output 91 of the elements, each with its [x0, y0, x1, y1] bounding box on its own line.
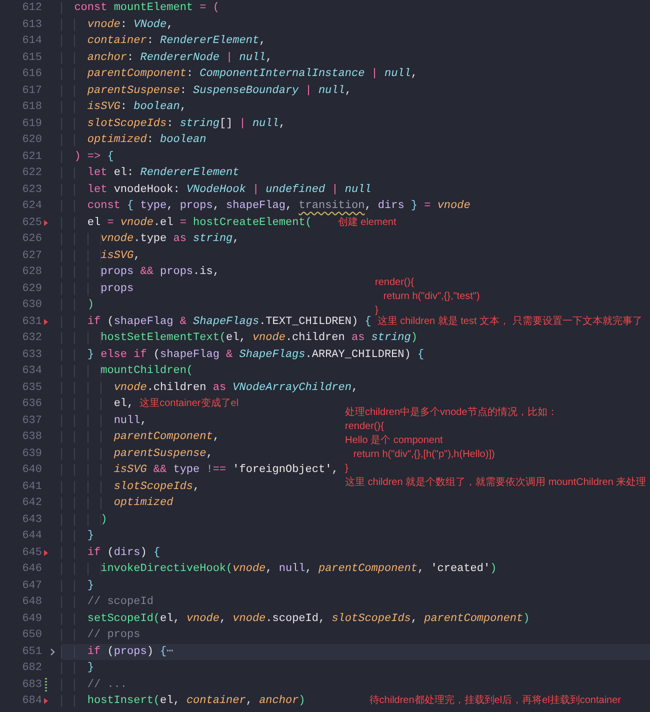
line-number: 651 — [21, 644, 42, 660]
code-line: vnode.type as string, — [61, 231, 240, 248]
code-line: setScopeId(el, vnode, vnode.scopeId, slotScopeIds, parentComponent) — [61, 610, 530, 627]
code-line: mountChildren( — [61, 363, 194, 380]
line-number: 650 — [21, 628, 42, 643]
code-line: const { type, props, shapeFlag, transition, dirs } = vnode — [61, 198, 470, 214]
line-number: 616 — [21, 67, 42, 82]
code-line: props — [61, 280, 134, 297]
code-line: slotScopeIds, — [61, 478, 200, 495]
line-number: 637 — [21, 414, 42, 428]
line-number: 641 — [21, 480, 42, 494]
code-line: container: RendererElement, — [61, 33, 266, 50]
line-number: 684 — [21, 694, 42, 709]
code-line: let el: RendererElement — [61, 165, 240, 182]
code-line: } — [61, 660, 94, 676]
code-line: isSVG, — [61, 248, 140, 264]
code-line: if (dirs) { — [61, 544, 160, 561]
line-number: 682 — [21, 661, 42, 676]
line-number: 649 — [21, 612, 42, 626]
line-number: 633 — [21, 348, 42, 362]
code-line: vnode.children as VNodeArrayChildren, — [61, 380, 358, 396]
code-line: } — [61, 578, 94, 594]
code-line: parentSuspense: SuspenseBoundary | null, — [61, 82, 352, 99]
line-number: 627 — [21, 248, 42, 264]
code-line: slotScopeIds: string[] | null, — [61, 116, 286, 132]
line-number: 642 — [21, 496, 42, 511]
line-number: 613 — [21, 18, 42, 32]
line-number: 618 — [21, 100, 42, 115]
code-line: } — [61, 528, 94, 544]
line-number: 620 — [21, 133, 42, 148]
line-number: 628 — [21, 265, 42, 280]
code-line: parentComponent: ComponentInternalInstance | null, — [61, 66, 418, 82]
annotation-note: render(){ return h("div",{},"test") } — [375, 276, 480, 316]
chevron-right-icon[interactable] — [50, 648, 55, 656]
code-line: el = vnode.el = hostCreateElement( — [61, 214, 312, 231]
line-number: 683 — [21, 678, 42, 692]
code-line: isSVG && type !== 'foreignObject', — [61, 462, 338, 478]
line-number: 639 — [21, 446, 42, 462]
annotation-note: 这里 children 就是 test 文本， 只需要设置一下文本就完事了 — [377, 316, 642, 329]
annotation-note: 待children都处理完，挂载到el后，再将el挂载到container — [369, 694, 622, 708]
code-line: ) — [61, 297, 94, 314]
code-line: optimized — [61, 495, 174, 512]
line-number: 629 — [21, 282, 42, 296]
code-line: if (shapeFlag & ShapeFlags.TEXT_CHILDREN) { — [61, 314, 372, 330]
code-line: let vnodeHook: VNodeHook | undefined | null — [61, 182, 372, 198]
line-number: 635 — [21, 380, 42, 396]
line-number: 619 — [21, 116, 42, 132]
line-number: 646 — [21, 562, 42, 577]
line-number: 634 — [21, 364, 42, 379]
line-number: 640 — [21, 463, 42, 478]
line-number: 615 — [21, 50, 42, 66]
line-number: 623 — [21, 182, 42, 198]
line-number: 638 — [21, 430, 42, 445]
code-line: anchor: RendererNode | null, — [61, 50, 272, 66]
line-number: 617 — [21, 84, 42, 98]
code-line: ) => { — [61, 148, 114, 165]
code-line: isSVG: boolean, — [61, 99, 186, 116]
line-number: 632 — [21, 331, 42, 346]
annotation-note: 创建 element — [338, 216, 396, 230]
line-number: 621 — [21, 150, 42, 164]
code-line: props && props.is, — [61, 264, 220, 280]
code-line: ) — [61, 512, 108, 528]
annotation-note: 这里container变成了el — [140, 397, 239, 412]
code-line: hostSetElementText(el, vnode.children as string) — [61, 330, 418, 346]
line-number: 630 — [21, 298, 42, 313]
line-number: 622 — [21, 166, 42, 181]
line-number: 626 — [21, 232, 42, 247]
code-line: // ... — [61, 676, 128, 693]
code-line: // scopeId — [61, 594, 154, 610]
code-line: hostInsert(el, container, anchor) — [61, 693, 306, 710]
line-number: 647 — [21, 578, 42, 594]
line-number: 636 — [21, 397, 42, 412]
line-number: 624 — [21, 199, 42, 214]
code-line: parentSuspense, — [61, 446, 213, 462]
line-number: 648 — [21, 595, 42, 610]
line-number: 644 — [21, 529, 42, 544]
annotation-note: 处理children中是多个vnode节点的情况，比如： render(){ Hello 是个 component return h("div",{},[h("p"),h(Hello)]) } 这里 children 就是个数组了，就需要依次调用 mountChildren 来处理 — [345, 406, 646, 490]
code-line: } else if (shapeFlag & ShapeFlags.ARRAY_CHILDREN) { — [61, 346, 424, 363]
line-number: 631 — [21, 314, 42, 330]
code-line: // props — [61, 627, 140, 644]
code-line: parentComponent, — [61, 429, 220, 446]
code-line: optimized: boolean — [61, 132, 206, 148]
code-line: null, — [61, 412, 147, 429]
line-number: 612 — [21, 1, 42, 16]
code-line: vnode: VNode, — [61, 16, 174, 33]
line-number: 614 — [21, 34, 42, 49]
line-number: 643 — [21, 512, 42, 528]
line-number: 625 — [21, 216, 42, 230]
code-line: const mountElement = ( — [61, 0, 220, 16]
code-line: invokeDirectiveHook(vnode, null, parentComponent, 'created') — [61, 561, 497, 578]
line-number: 645 — [21, 546, 42, 560]
